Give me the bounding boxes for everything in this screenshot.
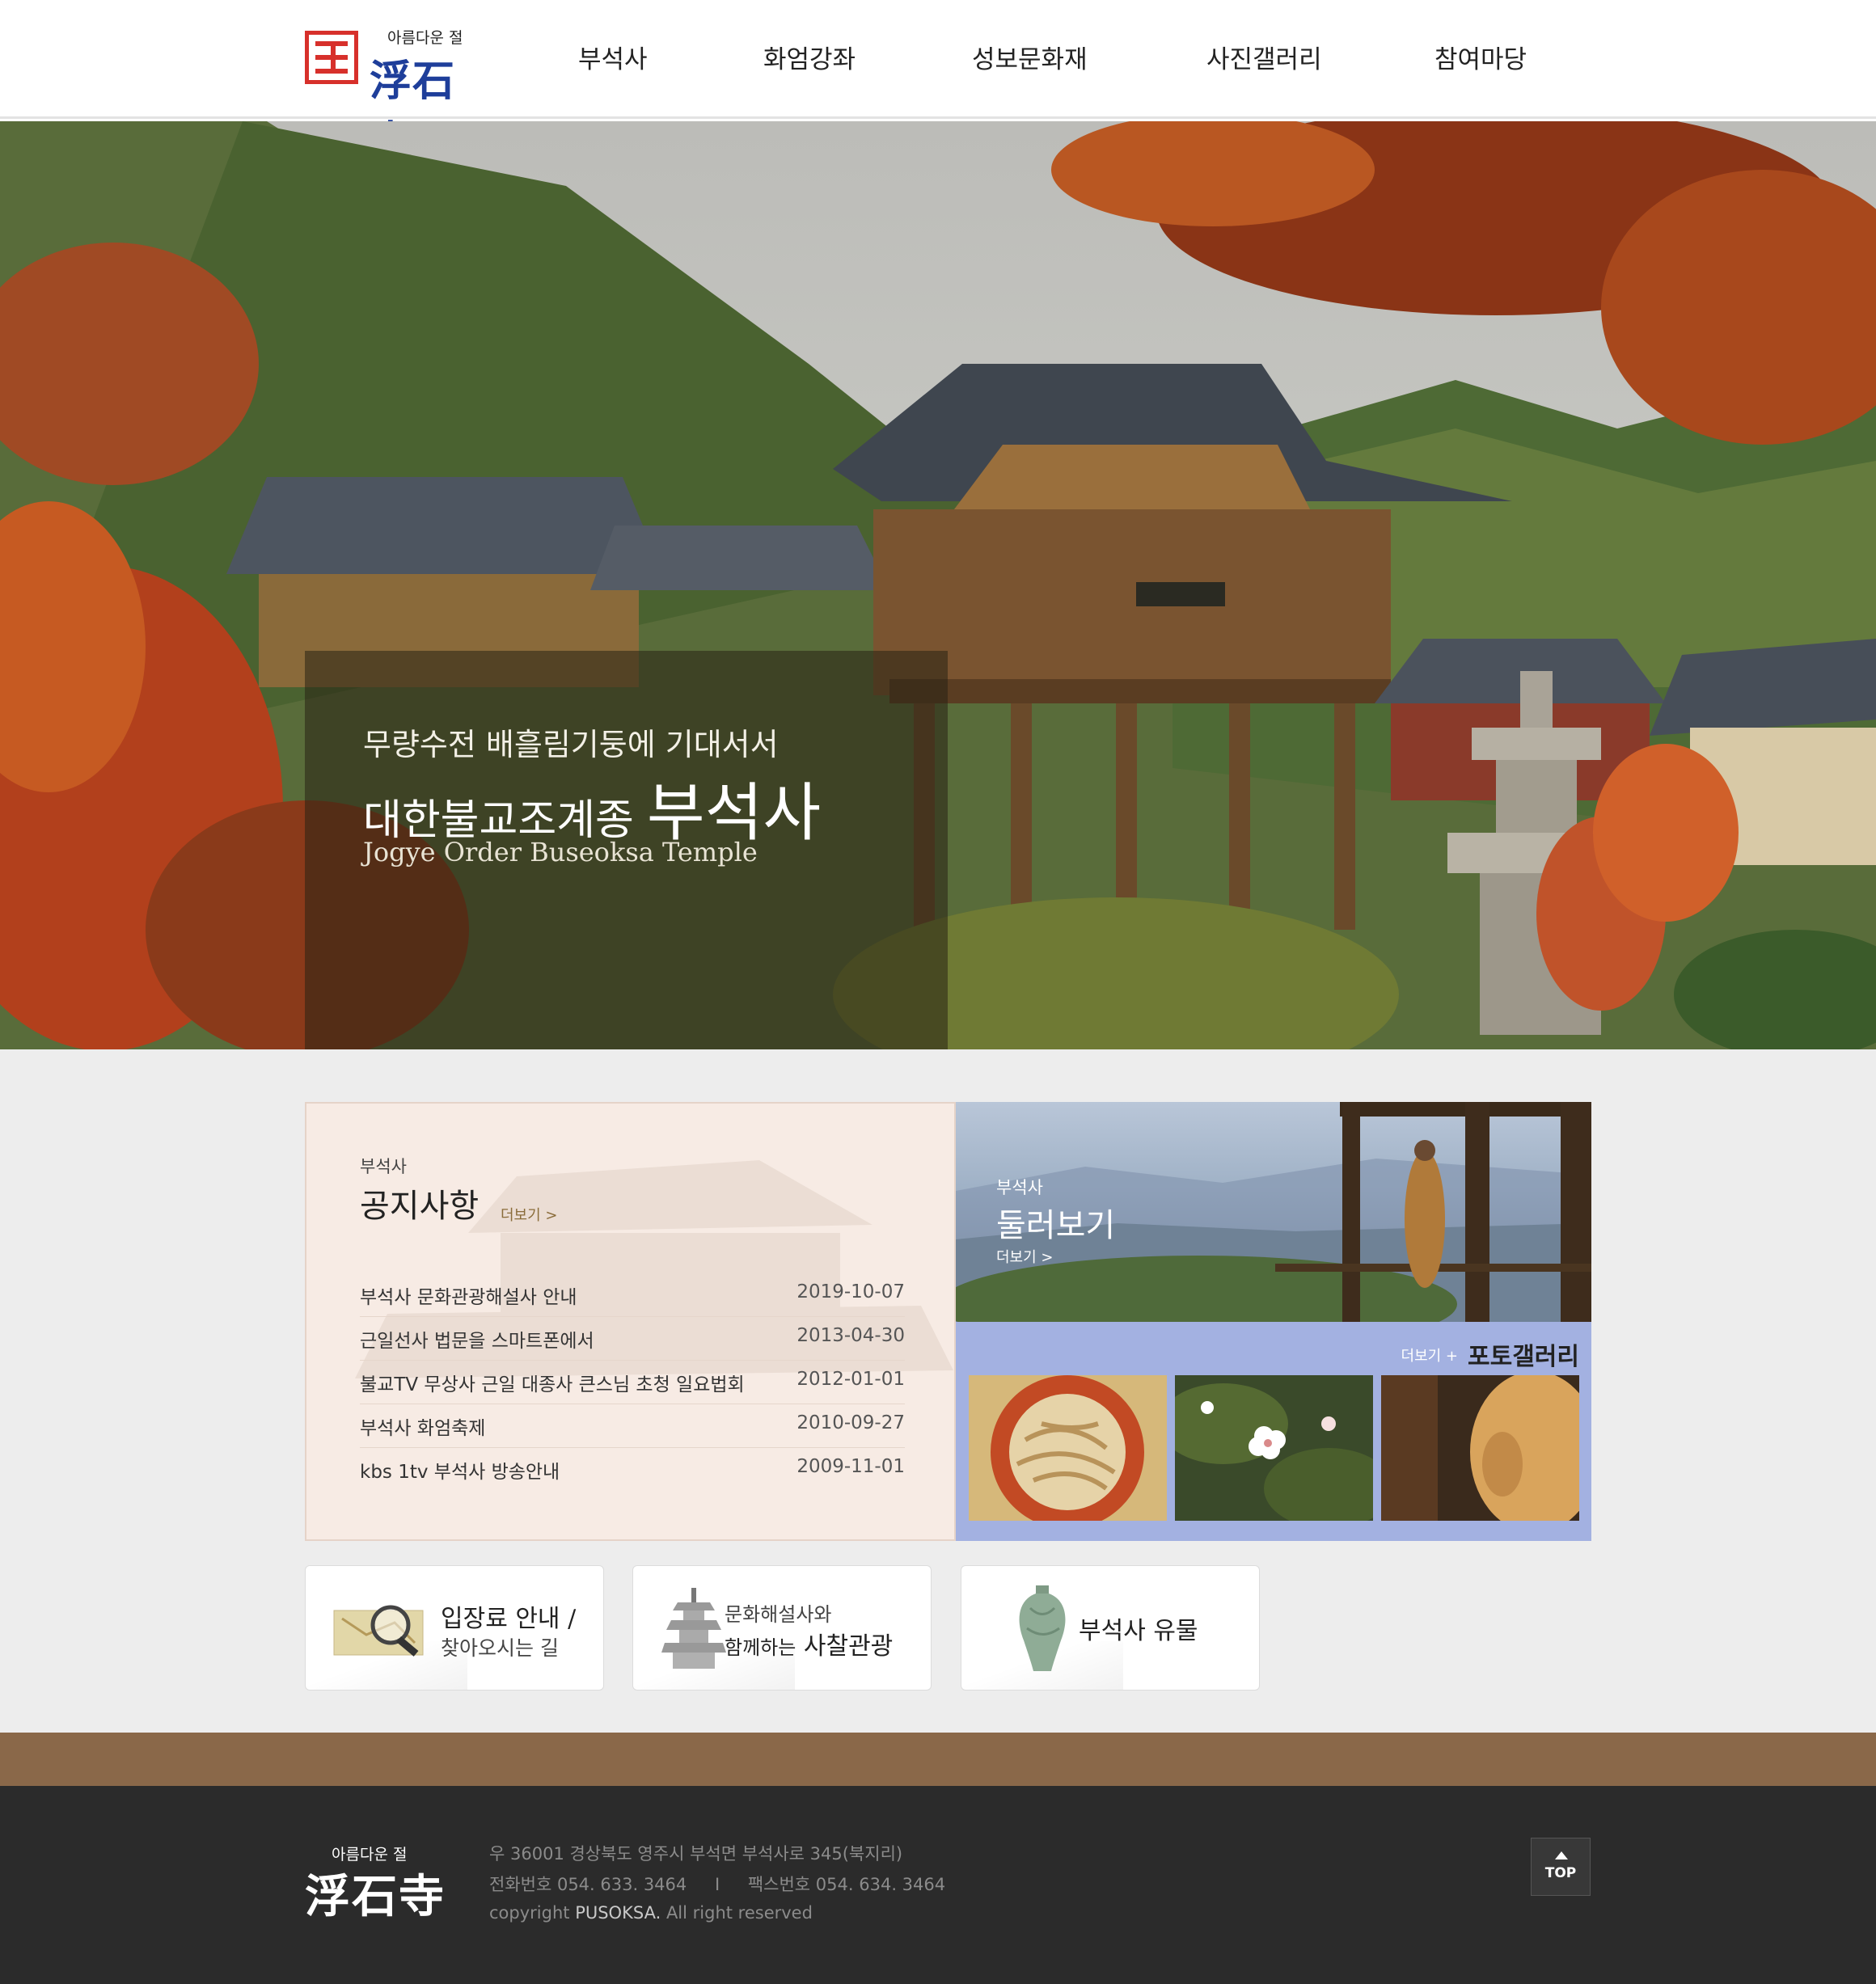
hero-caption-box: 무량수전 배흘림기둥에 기대서서 대한불교조계종 부석사 Jogye Order … [305,651,948,1049]
celadon-vase-icon [1019,1585,1066,1671]
photo-gallery: 더보기 + 포토갤러리 [956,1322,1591,1541]
gallery-thumb-blossom[interactable] [1175,1375,1373,1521]
site-header: 아름다운 절 浮石寺 부석사 화엄강좌 성보문화재 사진갤러리 참여마당 [0,0,1876,167]
admission-label-1: 입장료 안내 / [441,1605,577,1633]
notice-item[interactable]: kbs 1tv 부석사 방송안내 2009-11-01 [360,1448,905,1492]
ginseng-image [969,1375,1167,1521]
notice-item[interactable]: 근일선사 법문을 스마트폰에서 2013-04-30 [360,1317,905,1361]
notice-title: 공지사항 [360,1188,480,1225]
buddha-face-image [1381,1375,1579,1521]
footer-separator: I [714,1875,720,1894]
notice-item-title[interactable]: 근일선사 법문을 스마트폰에서 [360,1325,764,1353]
main-content: 부석사 공지사항 더보기 > 부석사 문화관광해설사 안내 2019-10-07… [0,1049,1876,1733]
footer-copyright: copyright PUSOKSA. All right reserved [489,1903,813,1923]
notice-item[interactable]: 불교TV 무상사 근일 대종사 큰스님 초청 일요법회 2012-01-01 [360,1361,905,1404]
tour-label-1: 문화해설사와 [725,1603,832,1626]
footer-fax: 팩스번호 054. 634. 3464 [747,1875,946,1894]
admission-label-2: 찾아오시는 길 [441,1636,559,1660]
gallery-title: 포토갤러리 [1468,1343,1579,1371]
site-logo[interactable]: 아름다운 절 浮石寺 [305,26,491,167]
notice-item[interactable]: 부석사 문화관광해설사 안내 2019-10-07 [360,1273,905,1317]
look-title: 둘러보기 [996,1207,1116,1244]
back-to-top-button[interactable]: TOP [1531,1838,1591,1896]
gallery-thumb-buddha[interactable] [1381,1375,1579,1521]
copyright-brand: PUSOKSA. [575,1903,661,1923]
logo-seal-icon [305,31,358,84]
notice-board: 부석사 공지사항 더보기 > 부석사 문화관광해설사 안내 2019-10-07… [305,1102,956,1541]
tour-label-2a: 함께하는 [725,1636,796,1659]
notice-subtitle: 부석사 [360,1157,407,1176]
footer-contact: 전화번호 054. 633. 3464 I 팩스번호 054. 634. 346… [489,1872,945,1896]
relics-label: 부석사 유물 [1079,1617,1198,1645]
top-label: TOP [1544,1865,1577,1881]
nav-item-gallery[interactable]: 사진갤러리 [1206,39,1322,75]
gallery-thumb-ginseng[interactable] [969,1375,1167,1521]
hero-english-title: Jogye Order Buseoksa Temple [363,837,758,867]
hero-banner: 무량수전 배흘림기둥에 기대서서 대한불교조계종 부석사 Jogye Order … [0,121,1876,1049]
notice-item-date: 2013-04-30 [796,1325,905,1346]
notice-item-date: 2012-01-01 [796,1369,905,1390]
pagoda-icon [661,1588,726,1669]
notice-item-date: 2010-09-27 [796,1412,905,1433]
look-subtitle: 부석사 [996,1178,1043,1197]
notice-item[interactable]: 부석사 화엄축제 2010-09-27 [360,1404,905,1448]
relics-button[interactable]: 부석사 유물 [961,1565,1260,1691]
nav-item-buseoksa[interactable]: 부석사 [578,39,648,75]
arrow-up-icon [1555,1851,1568,1859]
hero-tagline: 무량수전 배흘림기둥에 기대서서 [363,727,779,762]
notice-item-title[interactable]: kbs 1tv 부석사 방송안내 [360,1456,764,1484]
notice-item-title[interactable]: 부석사 화엄축제 [360,1412,764,1440]
footer-phone: 전화번호 054. 633. 3464 [489,1875,687,1894]
nav-item-heritage[interactable]: 성보문화재 [972,39,1088,75]
tour-label-2: 함께하는 사찰관광 [725,1626,893,1661]
notice-item-date: 2019-10-07 [796,1281,905,1302]
footer-address: 우 36001 경상북도 영주시 부석면 부석사로 345(북지리) [489,1844,903,1864]
gallery-more-link[interactable]: 더보기 + [1401,1344,1458,1366]
look-more-link[interactable]: 더보기 > [996,1246,1053,1267]
logo-tagline: 아름다운 절 [387,29,463,47]
notice-item-date: 2009-11-01 [796,1456,905,1477]
map-magnifier-icon [333,1605,424,1657]
footer-divider-bar [0,1733,1876,1786]
notice-list: 부석사 문화관광해설사 안내 2019-10-07 근일선사 법문을 스마트폰에… [360,1273,905,1492]
copyright-prefix: copyright [489,1903,570,1923]
temple-tour-button[interactable]: 문화해설사와 함께하는 사찰관광 [632,1565,932,1691]
notice-item-title[interactable]: 부석사 문화관광해설사 안내 [360,1281,764,1309]
notice-more-link[interactable]: 더보기 > [501,1204,557,1225]
site-footer: 아름다운 절 浮石寺 우 36001 경상북도 영주시 부석면 부석사로 345… [0,1786,1876,1984]
nav-item-community[interactable]: 참여마당 [1434,39,1527,75]
nav-item-lecture[interactable]: 화엄강좌 [763,39,856,75]
look-around-panel[interactable]: 부석사 둘러보기 더보기 > [956,1102,1591,1322]
copyright-suffix: All right reserved [665,1903,813,1923]
footer-logo-text: 浮石寺 [305,1870,446,1923]
notice-item-title[interactable]: 불교TV 무상사 근일 대종사 큰스님 초청 일요법회 [360,1369,756,1396]
admission-guide-button[interactable]: 입장료 안내 / 찾아오시는 길 [305,1565,604,1691]
tour-label-2b: 사찰관광 [803,1632,894,1661]
blossom-image [1175,1375,1373,1521]
